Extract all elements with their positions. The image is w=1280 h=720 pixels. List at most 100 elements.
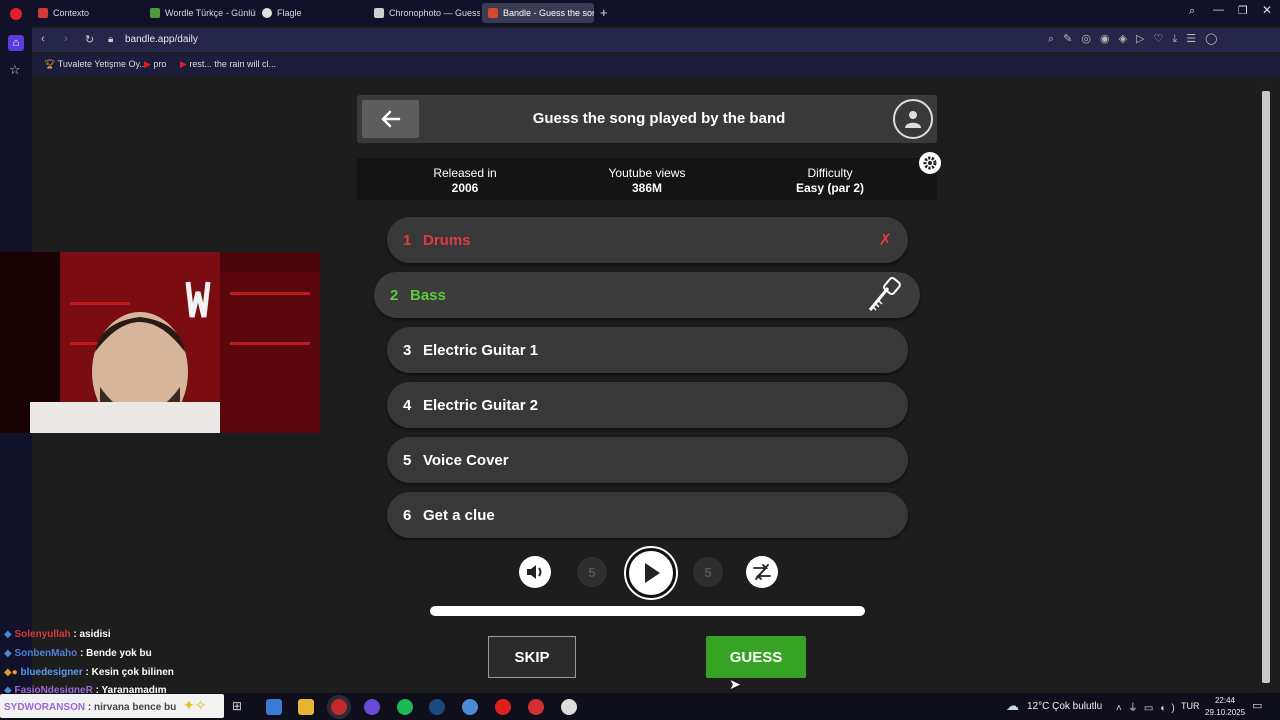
skip-button[interactable]: SKIP [488, 636, 576, 678]
reload-icon[interactable]: ↻ [85, 33, 94, 46]
restore-icon[interactable]: ❐ [1238, 4, 1248, 17]
track-row-voice-cover[interactable]: 5 Voice Cover [387, 437, 908, 483]
chat-overlap-text: SYDWORANSON : nirvana bence bu [4, 702, 176, 713]
track-label: Electric Guitar 1 [423, 341, 539, 359]
clock[interactable]: 22:44 29.10.2025 [1205, 695, 1245, 719]
tray-icons[interactable]: ˄⏚▭◖) [1116, 699, 1181, 714]
difficulty-info: Difficulty Easy (par 2) [750, 166, 910, 196]
cross-icon: ✗ [878, 232, 892, 249]
volume-button[interactable] [519, 556, 551, 588]
opera-gx-icon[interactable] [495, 699, 511, 715]
progress-bar[interactable] [430, 606, 865, 616]
clock-date: 29.10.2025 [1205, 708, 1246, 717]
minimize-icon[interactable]: — [1213, 4, 1224, 16]
taskbar-search-box[interactable]: SYDWORANSON : nirvana bence bu ✦✧ [0, 694, 224, 718]
file-explorer-icon[interactable] [298, 699, 314, 715]
track-number: 1 [403, 231, 412, 249]
tab-search-icon[interactable]: ⌕ [1189, 5, 1195, 18]
tab-contexto[interactable]: Contexto [32, 3, 142, 23]
chat-text: : Bende yok bu [80, 648, 152, 659]
language-indicator[interactable]: TUR [1181, 701, 1200, 711]
bookmark-3[interactable]: ▶ rest... the rain will cl... [180, 59, 276, 70]
track-row-bass[interactable]: 2 Bass [374, 272, 920, 318]
settings-taskbar-icon[interactable] [561, 699, 577, 715]
difficulty-value: Easy (par 2) [795, 181, 865, 195]
forward-nav-icon[interactable]: › [64, 33, 68, 45]
bookmark-label: rest... the rain will cl... [189, 59, 276, 69]
track-row-electric-guitar-2[interactable]: 4 Electric Guitar 2 [387, 382, 908, 428]
home-icon[interactable]: ⌂ [8, 35, 24, 51]
back-nav-icon[interactable]: ‹ [41, 33, 45, 45]
wordle-favicon-icon [150, 8, 160, 18]
tab-wordle[interactable]: Wordle Türkçe - Günlük K [144, 3, 256, 23]
tab-flagle[interactable]: Flagle [256, 3, 366, 23]
chat-user: SYDWORANSON [4, 702, 86, 713]
opera-logo-icon[interactable] [10, 8, 22, 20]
steam-icon[interactable] [429, 699, 445, 715]
forward-icon: 5 [704, 564, 712, 580]
track-number: 4 [403, 396, 412, 414]
track-label: Bass [410, 286, 446, 304]
close-icon[interactable]: ✕ [1262, 3, 1272, 17]
profile-button[interactable] [893, 99, 933, 139]
rewind-icon: 5 [588, 564, 596, 580]
rewind-button[interactable]: 5 [577, 557, 607, 587]
scrollbar-thumb[interactable] [1262, 91, 1270, 683]
star-icon[interactable]: ☆ [9, 62, 21, 78]
chat-user: SonbenMaho [14, 648, 78, 659]
arrow-left-icon [381, 110, 400, 128]
spotify-icon[interactable] [397, 699, 413, 715]
weather-icon: ☁ [1006, 698, 1019, 713]
mouse-cursor-icon: ➤ [729, 676, 741, 692]
url-field[interactable]: bandle.app/daily [125, 34, 198, 45]
trophy-icon: 🏆︎ [44, 59, 58, 69]
track-row-drums[interactable]: 1 Drums ✗ [387, 217, 908, 263]
bookmark-2[interactable]: ▶ pro [144, 59, 166, 70]
notification-icon[interactable]: ▭ [1252, 699, 1262, 712]
chronophoto-favicon-icon [374, 8, 384, 18]
lock-icon: 🔒︎ [108, 34, 114, 45]
track-number: 3 [403, 341, 412, 359]
bookmark-label: Tuvalete Yetişme Oy... [57, 59, 147, 69]
track-row-electric-guitar-1[interactable]: 3 Electric Guitar 1 [387, 327, 908, 373]
discord-icon[interactable] [364, 699, 380, 715]
forward-button[interactable]: 5 [693, 557, 723, 587]
opera-taskbar-icon[interactable] [331, 699, 347, 715]
settings-button[interactable] [919, 152, 941, 174]
guess-button[interactable]: GUESS [706, 636, 806, 678]
chat-text: : nirvana bence bu [87, 702, 177, 713]
back-button[interactable] [362, 100, 419, 138]
views-value: 386M [631, 181, 663, 195]
bookmarks-bar: 🏆︎ Tuvalete Yetişme Oy... ▶ pro ▶ rest..… [32, 54, 1280, 76]
new-tab-button[interactable]: + [600, 5, 608, 20]
chat-message: ◆ SonbenMaho : Bende yok bu [4, 648, 152, 659]
track-label: Electric Guitar 2 [423, 396, 539, 414]
tab-chronophoto[interactable]: Chronophoto — Guess the [368, 3, 480, 23]
track-label: Voice Cover [423, 451, 509, 469]
track-row-get-a-clue[interactable]: 6 Get a clue [387, 492, 908, 538]
tab-bandle[interactable]: Bandle - Guess the song, [482, 3, 594, 23]
shuffle-icon [753, 564, 771, 580]
page-scrollbar[interactable] [1259, 79, 1273, 692]
tab-label: Chronophoto — Guess the [389, 8, 480, 18]
task-view-icon[interactable]: ⊞ [232, 699, 248, 715]
toolbar-icons[interactable]: ⌕✎◎◉◈▷♡⤓☰◯ [1048, 32, 1226, 46]
play-button[interactable] [626, 548, 676, 598]
app-icon-3[interactable] [528, 699, 544, 715]
shuffle-button[interactable] [746, 556, 778, 588]
bass-guitar-icon [868, 277, 901, 311]
bookmark-1[interactable]: 🏆︎ Tuvalete Yetişme Oy... [44, 59, 147, 70]
weather-text[interactable]: 12°C Çok bulutlu [1027, 701, 1102, 712]
released-info: Released in 2006 [385, 166, 545, 196]
views-info: Youtube views 386M [567, 166, 727, 196]
clock-time: 22:44 [1214, 696, 1236, 705]
app-icon-2[interactable] [462, 699, 478, 715]
address-bar-row: ‹ › ↻ 🔒︎ bandle.app/daily ⌕✎◎◉◈▷♡⤓☰◯ [32, 28, 1280, 52]
chat-message: ◆ Solenyullah : asidisi [4, 629, 111, 640]
app-icon-1[interactable] [266, 699, 282, 715]
chat-user: Solenyullah [14, 629, 71, 640]
released-label: Released in [433, 166, 497, 180]
youtube-icon: ▶ [144, 59, 154, 69]
track-number: 2 [390, 286, 399, 304]
released-value: 2006 [451, 181, 479, 195]
